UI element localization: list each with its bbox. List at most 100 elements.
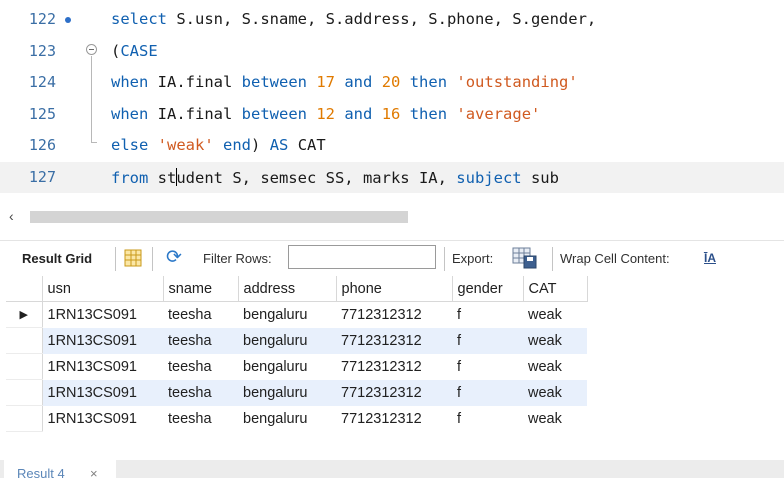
code-text[interactable]: when IA.final between 17 and 20 then 'ou… — [111, 73, 578, 91]
table-row[interactable]: 1RN13CS091 teesha bengaluru 7712312312 f… — [6, 327, 587, 354]
cell-sname[interactable]: teesha — [163, 302, 238, 328]
table-row[interactable]: 1RN13CS091 teesha bengaluru 7712312312 f… — [6, 353, 587, 380]
scrollbar-thumb[interactable] — [30, 211, 408, 223]
cell-sname[interactable]: teesha — [163, 406, 238, 432]
cell-phone[interactable]: 7712312312 — [336, 354, 452, 380]
cell-cat[interactable]: weak — [523, 354, 587, 380]
table-row[interactable]: 1RN13CS091 teesha bengaluru 7712312312 f… — [6, 405, 587, 432]
column-header-cat[interactable]: CAT — [523, 276, 588, 302]
cell-sname[interactable]: teesha — [163, 327, 238, 354]
cell-sname[interactable]: teesha — [163, 354, 238, 380]
cell-address[interactable]: bengaluru — [238, 354, 336, 380]
sql-editor[interactable]: 122 select S.usn, S.sname, S.address, S.… — [0, 0, 784, 205]
cell-usn[interactable]: 1RN13CS091 — [42, 379, 163, 406]
sql-keyword: then — [409, 105, 448, 123]
filter-rows-label: Filter Rows: — [203, 251, 272, 266]
sql-keyword: when — [111, 73, 149, 91]
column-header-sname[interactable]: sname — [163, 276, 239, 302]
cell-usn[interactable]: 1RN13CS091 — [42, 406, 163, 432]
cell-address[interactable]: bengaluru — [238, 302, 336, 328]
table-row[interactable]: 1RN13CS091 teesha bengaluru 7712312312 f… — [6, 379, 587, 406]
cell-gender[interactable]: f — [452, 379, 523, 406]
code-line[interactable]: 123 (CASE — [0, 36, 784, 67]
cell-phone[interactable]: 7712312312 — [336, 327, 452, 354]
sql-keyword: AS — [269, 136, 289, 154]
row-gutter[interactable] — [6, 327, 43, 354]
editor-horizontal-scrollbar[interactable]: ‹ — [0, 205, 784, 231]
result-tab[interactable]: Result 4 × — [4, 460, 116, 482]
column-header-phone[interactable]: phone — [336, 276, 453, 302]
code-text[interactable]: select S.usn, S.sname, S.address, S.phon… — [111, 10, 596, 28]
sql-keyword: CASE — [120, 42, 158, 60]
toolbar-separator — [552, 247, 553, 271]
cell-cat[interactable]: weak — [523, 302, 587, 328]
column-header-address[interactable]: address — [238, 276, 337, 302]
cell-address[interactable]: bengaluru — [238, 327, 336, 354]
sql-keyword: then — [409, 73, 448, 91]
column-header-usn[interactable]: usn — [42, 276, 164, 302]
code-text[interactable]: from student S, semsec SS, marks IA, sub… — [111, 168, 559, 187]
result-grid-tab[interactable]: Result Grid — [22, 251, 92, 266]
cell-gender[interactable]: f — [452, 327, 523, 354]
cell-address[interactable]: bengaluru — [238, 379, 336, 406]
grid-layout-icon[interactable] — [124, 249, 142, 267]
cell-address[interactable]: bengaluru — [238, 406, 336, 432]
cell-usn[interactable]: 1RN13CS091 — [42, 327, 163, 354]
sql-text: ( — [111, 42, 121, 60]
sql-keyword: subject — [456, 169, 522, 187]
sql-keyword: from — [111, 169, 149, 187]
code-line[interactable]: 122 select S.usn, S.sname, S.address, S.… — [0, 4, 784, 35]
cell-gender[interactable]: f — [452, 406, 523, 432]
code-text[interactable]: else 'weak' end) AS CAT — [111, 136, 326, 154]
row-gutter[interactable] — [6, 379, 43, 406]
result-grid[interactable]: usn sname address phone gender CAT ▶ 1RN… — [6, 276, 593, 434]
sql-keyword: else — [111, 136, 149, 154]
refresh-icon[interactable]: ⟳ — [166, 248, 182, 268]
filter-rows-input[interactable] — [288, 245, 436, 269]
sql-string: 'outstanding' — [456, 73, 578, 91]
sql-text: IA.final — [148, 105, 242, 123]
result-tab-label: Result 4 — [17, 466, 65, 481]
cell-gender[interactable]: f — [452, 302, 523, 328]
code-line[interactable]: 124 when IA.final between 17 and 20 then… — [0, 67, 784, 98]
sql-text: sub — [521, 169, 559, 187]
cell-cat[interactable]: weak — [523, 379, 587, 406]
cell-sname[interactable]: teesha — [163, 379, 238, 406]
export-icon[interactable] — [512, 247, 538, 269]
sql-keyword: between — [241, 105, 307, 123]
cell-cat[interactable]: weak — [523, 327, 587, 354]
code-text[interactable]: when IA.final between 12 and 16 then 'av… — [111, 105, 540, 123]
cell-usn[interactable]: 1RN13CS091 — [42, 302, 163, 328]
cell-gender[interactable]: f — [452, 354, 523, 380]
fold-guide — [91, 56, 92, 142]
wrap-cell-content-icon[interactable]: ĪA — [704, 251, 716, 265]
code-text[interactable]: (CASE — [111, 42, 158, 60]
cell-cat[interactable]: weak — [523, 406, 587, 432]
result-tab-bar: Result 4 × — [0, 460, 784, 482]
code-line[interactable]: 126 else 'weak' end) AS CAT — [0, 130, 784, 161]
current-row-marker-icon[interactable]: ▶ — [6, 301, 43, 328]
result-toolbar: Result Grid ⟳ Filter Rows: Export: Wrap … — [0, 240, 784, 277]
cell-usn[interactable]: 1RN13CS091 — [42, 354, 163, 380]
cell-phone[interactable]: 7712312312 — [336, 379, 452, 406]
close-icon[interactable]: × — [90, 466, 98, 481]
scroll-left-arrow-icon[interactable]: ‹ — [9, 208, 14, 224]
column-header-gender[interactable]: gender — [452, 276, 524, 302]
fold-minus-icon[interactable] — [86, 44, 97, 55]
cell-phone[interactable]: 7712312312 — [336, 302, 452, 328]
row-gutter[interactable] — [6, 353, 43, 380]
sql-text: ) — [251, 136, 270, 154]
cell-phone[interactable]: 7712312312 — [336, 406, 452, 432]
code-line[interactable]: 125 when IA.final between 12 and 16 then… — [0, 99, 784, 130]
row-gutter[interactable] — [6, 405, 43, 432]
sql-keyword: between — [241, 73, 307, 91]
line-number: 122 — [28, 10, 56, 28]
table-row[interactable]: ▶ 1RN13CS091 teesha bengaluru 7712312312… — [6, 301, 587, 328]
code-line-current[interactable]: 127 from student S, semsec SS, marks IA,… — [0, 162, 784, 193]
